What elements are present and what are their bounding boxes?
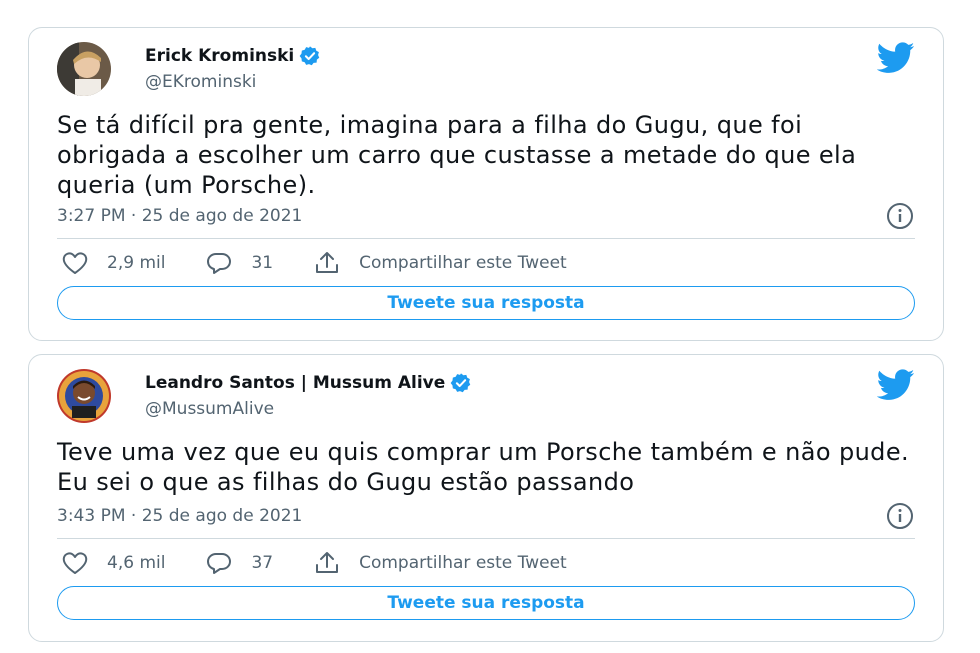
divider [57,538,915,539]
share-label: Compartilhar este Tweet [359,553,567,573]
twitter-bird-icon[interactable] [876,42,915,74]
heart-icon [62,252,88,274]
timestamp[interactable]: 3:43 PM · 25 de ago de 2021 [57,506,302,526]
avatar[interactable] [57,42,111,96]
handle[interactable]: @EKrominski [145,72,256,92]
info-icon[interactable] [885,501,915,531]
like-button[interactable]: 4,6 mil [61,550,165,576]
share-icon [316,552,339,573]
share-icon [316,252,339,273]
speech-bubble-icon [207,553,232,574]
twitter-bird-icon[interactable] [876,369,915,401]
reply-count: 37 [251,553,274,573]
speech-bubble-icon [207,253,232,274]
info-icon[interactable] [885,201,915,231]
tweet-card[interactable]: Leandro Santos | Mussum Alive @MussumAli… [28,354,944,642]
heart-icon [62,552,88,574]
like-count: 2,9 mil [107,253,166,273]
handle[interactable]: @MussumAlive [145,399,274,419]
display-name[interactable]: Leandro Santos | Mussum Alive [145,373,445,393]
share-label: Compartilhar este Tweet [359,253,567,273]
reply-count: 31 [251,253,274,273]
display-name[interactable]: Erick Krominski [145,46,294,66]
tweet-reply-button[interactable]: Tweete sua resposta [57,586,915,620]
verified-badge-icon [299,45,321,67]
like-button[interactable]: 2,9 mil [61,250,165,276]
tweet-text: Se tá difícil pra gente, imagina para a … [57,111,857,199]
share-button[interactable]: Compartilhar este Tweet [313,250,567,276]
verified-badge-icon [450,372,472,394]
tweet-reply-button[interactable]: Tweete sua resposta [57,286,915,320]
avatar[interactable] [57,369,111,423]
timestamp[interactable]: 3:27 PM · 25 de ago de 2021 [57,206,302,226]
like-count: 4,6 mil [107,553,166,573]
divider [57,238,915,239]
share-button[interactable]: Compartilhar este Tweet [313,550,567,576]
tweet-card[interactable]: Erick Krominski @EKrominski Se tá difíci… [28,27,944,341]
tweet-text: Teve uma vez que eu quis comprar um Pors… [57,438,910,496]
reply-action[interactable]: 37 [205,550,273,576]
reply-action[interactable]: 31 [205,250,273,276]
